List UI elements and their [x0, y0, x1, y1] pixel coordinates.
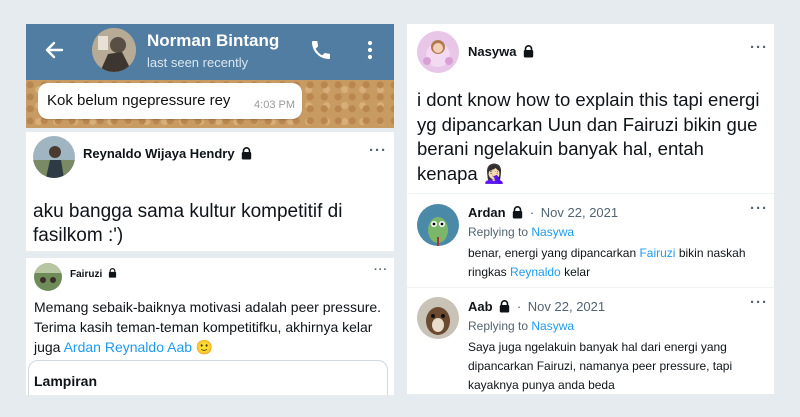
author-name[interactable]: Reynaldo Wijaya Hendry [83, 146, 235, 161]
author-avatar[interactable] [34, 263, 62, 291]
phone-icon[interactable] [309, 38, 333, 62]
more-options-icon[interactable]: ··· [374, 264, 388, 276]
lock-icon [108, 268, 117, 281]
replying-to: Replying to Nasywa [468, 319, 574, 333]
contact-name[interactable]: Norman Bintang [147, 31, 279, 51]
contact-status: last seen recently [147, 55, 249, 70]
mention-link[interactable]: Fairuzi [639, 246, 675, 260]
reply-text-part: kelar [560, 265, 591, 279]
reply-text: Saya juga ngelakuin banyak hal dari ener… [468, 340, 733, 392]
chat-screenshot: Norman Bintang last seen recently Kok be… [26, 24, 394, 128]
replying-to: Replying to Nasywa [468, 225, 574, 239]
tweet-reynaldo[interactable]: Reynaldo Wijaya Hendry ··· aku bangga sa… [26, 132, 394, 251]
author-avatar[interactable] [417, 31, 459, 73]
author-avatar[interactable] [417, 204, 459, 246]
replying-to-label: Replying to [468, 319, 529, 333]
more-vertical-icon[interactable] [362, 38, 378, 62]
reply-text-part: benar, energi yang dipancarkan [468, 246, 640, 260]
tweet-thread-nasywa: Nasywa ··· i dont know how to explain th… [407, 24, 774, 394]
tweet-text: i dont know how to explain this tapi ene… [417, 88, 769, 186]
author-row: Reynaldo Wijaya Hendry [83, 146, 252, 163]
author-name[interactable]: Nasywa [468, 44, 516, 59]
attachment-card[interactable]: Lampiran [28, 360, 388, 395]
dot-separator: · [529, 205, 535, 220]
emoji-slight-smile: 🙂 [195, 339, 214, 355]
attachment-label: Lampiran [34, 373, 98, 389]
contact-avatar[interactable] [92, 28, 136, 72]
reply-date[interactable]: Nov 22, 2021 [528, 299, 605, 314]
message-text: Kok belum ngepressure rey [47, 92, 231, 109]
reply-aab[interactable]: Aab · Nov 22, 2021 ··· Replying to Nasyw… [407, 288, 774, 394]
more-options-icon[interactable]: ··· [369, 142, 387, 159]
lock-icon [523, 44, 534, 61]
mention-link[interactable]: Reynaldo [510, 265, 561, 279]
more-options-icon[interactable]: ··· [750, 294, 768, 311]
replying-to-link[interactable]: Nasywa [531, 225, 574, 239]
message-time: 4:03 PM [254, 99, 295, 111]
author-row: Fairuzi [70, 268, 117, 281]
message-bubble[interactable]: Kok belum ngepressure rey 4:03 PM [38, 83, 302, 119]
chat-header: Norman Bintang last seen recently [26, 24, 394, 80]
lock-icon [499, 299, 510, 316]
author-name[interactable]: Ardan [468, 205, 506, 220]
mention-links[interactable]: Ardan Reynaldo Aab [64, 339, 192, 355]
tweet-fairuzi[interactable]: Fairuzi ··· Memang sebaik-baiknya motiva… [26, 258, 394, 395]
reply-header: Ardan · Nov 22, 2021 [468, 205, 618, 222]
back-arrow-icon[interactable] [42, 38, 66, 62]
author-name[interactable]: Aab [468, 299, 493, 314]
author-avatar[interactable] [33, 136, 75, 178]
tweet-text: Memang sebaik-baiknya motivasi adalah pe… [34, 297, 388, 357]
author-row: Nasywa [468, 44, 534, 61]
reply-date[interactable]: Nov 22, 2021 [541, 205, 618, 220]
lock-icon [241, 146, 252, 163]
more-options-icon[interactable]: ··· [750, 200, 768, 217]
author-name[interactable]: Fairuzi [70, 269, 102, 280]
reply-header: Aab · Nov 22, 2021 [468, 299, 605, 316]
dot-separator: · [516, 299, 522, 314]
replying-to-label: Replying to [468, 225, 529, 239]
tweet-text: aku bangga sama kultur kompetitif di fas… [33, 201, 343, 246]
tweet-text-body: i dont know how to explain this tapi ene… [417, 89, 760, 184]
reply-ardan[interactable]: Ardan · Nov 22, 2021 ··· Replying to Nas… [407, 194, 774, 286]
lock-icon [512, 205, 523, 222]
more-options-icon[interactable]: ··· [750, 39, 768, 56]
emoji-facepalm: 🤦🏻‍♀️ [482, 162, 506, 184]
reply-text: benar, energi yang dipancarkan Fairuzi b… [468, 244, 764, 282]
replying-to-link[interactable]: Nasywa [531, 319, 574, 333]
author-avatar[interactable] [417, 297, 459, 339]
